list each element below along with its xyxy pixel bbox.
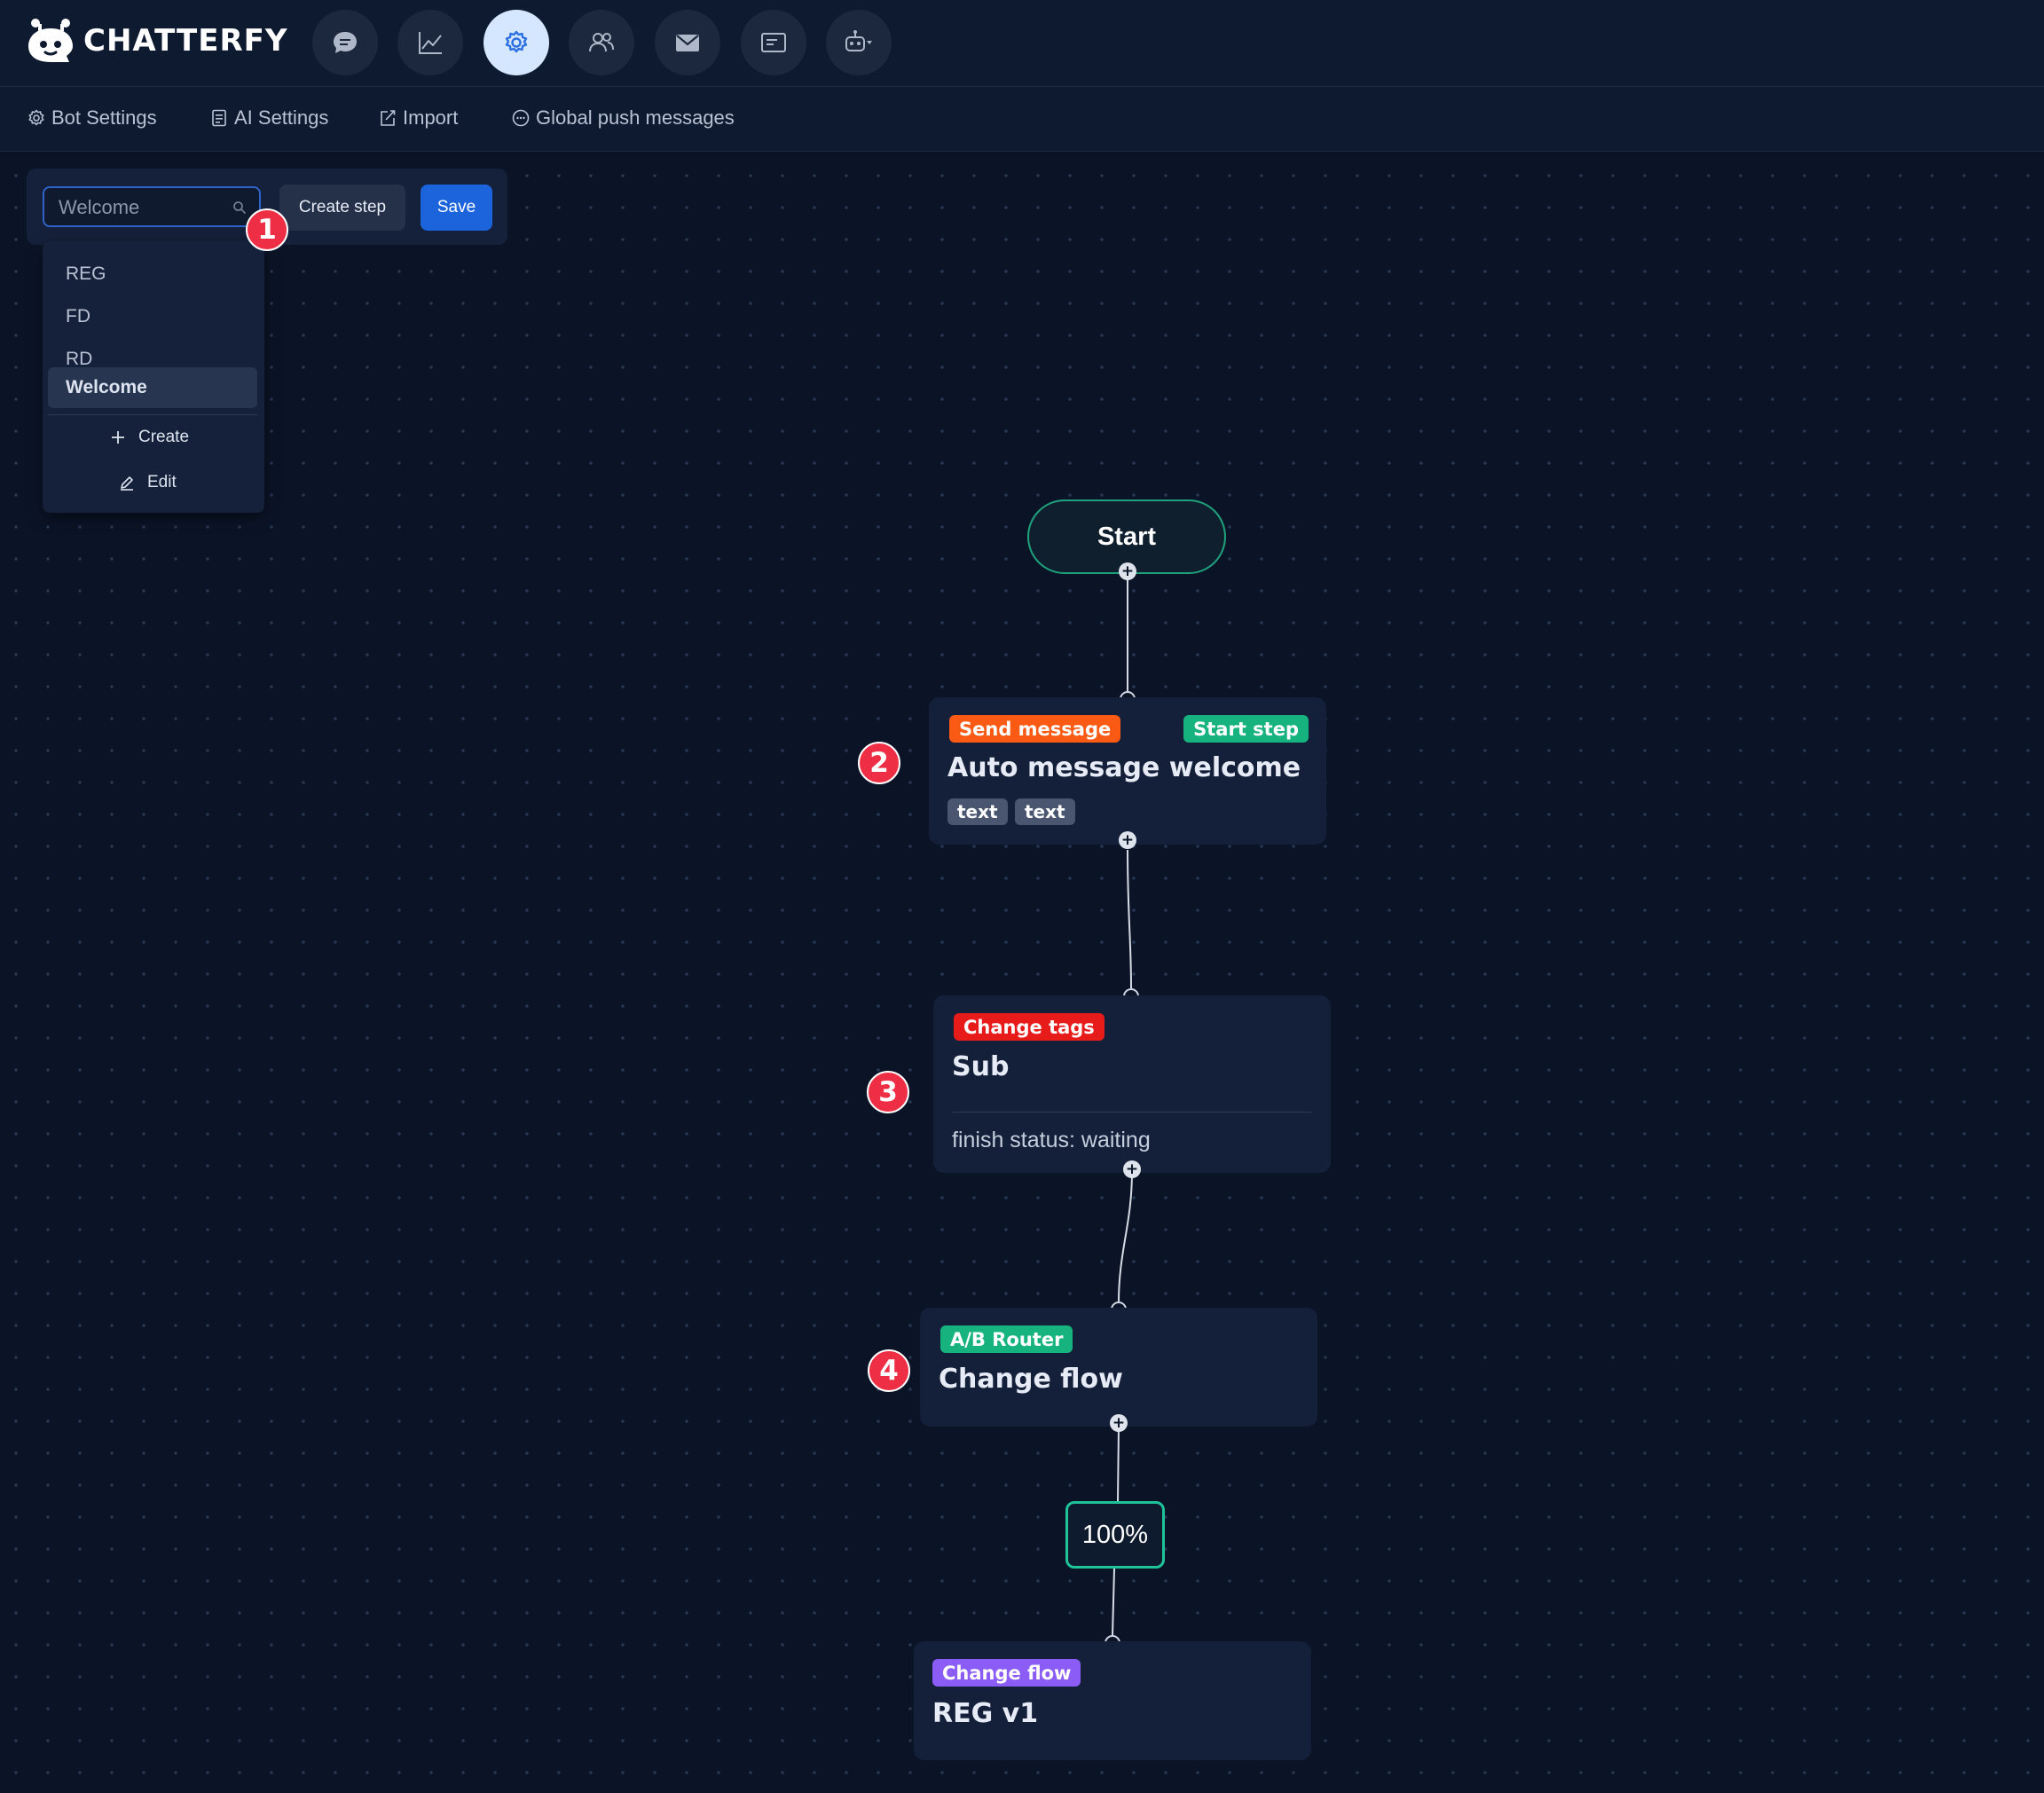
annotation-marker-3: 3 xyxy=(867,1071,909,1113)
annotation-marker-2: 2 xyxy=(858,742,900,784)
node1-chip-text: text xyxy=(1015,798,1075,825)
create-step-button[interactable]: Create step xyxy=(279,185,405,231)
subnav-import[interactable]: Import xyxy=(378,106,458,130)
subnav-import-label: Import xyxy=(403,106,459,129)
edge-node2-to-node3 xyxy=(1118,1170,1133,1303)
nav-mail-button[interactable] xyxy=(655,10,720,75)
node3-title: Change flow xyxy=(939,1364,1123,1395)
flow-search[interactable] xyxy=(43,186,261,227)
node1-output-port[interactable]: + xyxy=(1119,831,1136,849)
edge-split-to-node4 xyxy=(1112,1568,1115,1636)
node4-type-tag: Change flow xyxy=(932,1659,1081,1687)
subnav-ai-settings[interactable]: AI Settings xyxy=(209,106,328,130)
chatterfy-logo-icon xyxy=(28,19,73,62)
nav-settings-button[interactable] xyxy=(483,10,549,75)
nav-analytics-button[interactable] xyxy=(397,10,463,75)
router-split-percentage[interactable]: 100% xyxy=(1065,1501,1165,1569)
settings-subnav: Bot Settings AI Settings Import Global p… xyxy=(0,87,2044,152)
nav-messages-button[interactable] xyxy=(741,10,806,75)
dropdown-create-action[interactable]: Create xyxy=(110,428,189,447)
node1-title: Auto message welcome xyxy=(947,752,1301,783)
subnav-bot-settings[interactable]: Bot Settings xyxy=(27,106,157,130)
gear-icon xyxy=(28,109,44,126)
subnav-global-push-messages-label: Global push messages xyxy=(536,106,735,129)
subnav-bot-settings-label: Bot Settings xyxy=(51,106,157,129)
step-node-auto-message-welcome[interactable]: Send message Start step Auto message wel… xyxy=(929,697,1326,845)
node2-finish-status: finish status: waiting xyxy=(952,1128,1151,1152)
dropdown-create-label: Create xyxy=(138,428,190,446)
plus-icon xyxy=(112,431,124,444)
node1-chip-text: text xyxy=(947,798,1008,825)
step-node-sub[interactable]: Change tags Sub finish status: waiting xyxy=(933,995,1331,1173)
node3-output-port[interactable]: + xyxy=(1110,1414,1128,1432)
message-card-icon xyxy=(761,33,786,52)
nav-users-button[interactable] xyxy=(569,10,634,75)
analytics-chart-icon xyxy=(419,32,442,54)
step-node-change-flow-router[interactable]: A/B Router Change flow xyxy=(920,1308,1317,1427)
nav-bot-menu-button[interactable] xyxy=(826,10,892,75)
subnav-ai-settings-label: AI Settings xyxy=(234,106,329,129)
flow-dropdown: REG FD RD Welcome Create Edit xyxy=(43,241,264,513)
save-button[interactable]: Save xyxy=(421,185,492,231)
flow-search-input[interactable] xyxy=(57,193,229,222)
dropdown-item-fd[interactable]: FD xyxy=(48,296,257,337)
edge-node1-to-node2 xyxy=(1127,849,1132,989)
flow-connections xyxy=(1112,572,1133,1636)
settings-gear-icon xyxy=(505,30,528,53)
dropdown-edit-action[interactable]: Edit xyxy=(119,473,177,492)
node2-title: Sub xyxy=(952,1051,1010,1082)
start-step-badge: Start step xyxy=(1183,715,1309,743)
chat-bubble-icon xyxy=(334,32,357,53)
dropdown-edit-label: Edit xyxy=(147,473,177,492)
node2-type-tag: Change tags xyxy=(954,1013,1105,1041)
dropdown-item-reg[interactable]: REG xyxy=(48,254,257,295)
bot-dropdown-icon xyxy=(845,30,872,51)
subnav-global-push-messages[interactable]: Global push messages xyxy=(511,106,735,130)
node4-title: REG v1 xyxy=(932,1698,1039,1729)
search-icon xyxy=(233,201,247,215)
edge-node3-to-split xyxy=(1117,1425,1120,1502)
top-bar: CHATTERFY xyxy=(0,0,2044,87)
import-edit-icon xyxy=(381,110,396,126)
node1-type-tag: Send message xyxy=(949,715,1121,743)
app-name: CHATTERFY xyxy=(83,23,288,59)
dropdown-item-welcome[interactable]: Welcome xyxy=(48,367,257,408)
users-icon xyxy=(589,33,614,52)
nav-chat-button[interactable] xyxy=(312,10,378,75)
logo[interactable]: CHATTERFY xyxy=(25,16,288,66)
dropdown-divider xyxy=(48,414,257,415)
start-output-port[interactable]: + xyxy=(1119,562,1136,580)
mail-icon xyxy=(676,35,699,51)
message-dots-icon xyxy=(512,109,530,127)
document-icon xyxy=(212,109,226,127)
pencil-icon xyxy=(121,476,133,491)
step-node-reg-v1[interactable]: Change flow REG v1 xyxy=(914,1641,1311,1760)
annotation-marker-4: 4 xyxy=(868,1349,910,1392)
annotation-marker-1: 1 xyxy=(246,208,288,251)
node2-divider xyxy=(952,1112,1312,1113)
node3-type-tag: A/B Router xyxy=(940,1325,1073,1353)
node2-output-port[interactable]: + xyxy=(1123,1160,1141,1178)
